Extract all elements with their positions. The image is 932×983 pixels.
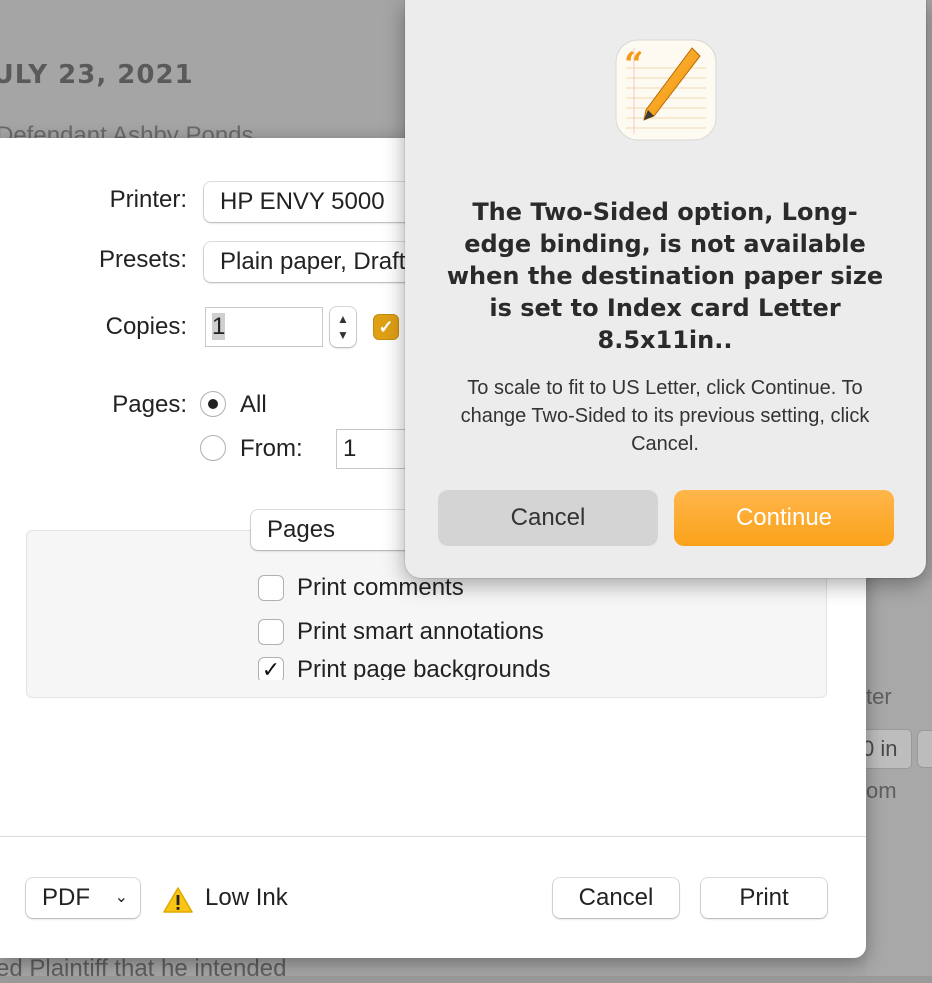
alert-message: To scale to fit to US Letter, click Cont… <box>460 377 870 455</box>
print-smart-annotations-checkbox[interactable] <box>258 619 284 645</box>
alert-title: The Two-Sided option, Long-edge binding,… <box>446 198 884 354</box>
copies-stepper[interactable]: ▲ ▼ <box>330 307 356 347</box>
print-comments-label[interactable]: Print comments <box>297 574 464 602</box>
alert-continue-button[interactable]: Continue <box>674 490 894 546</box>
print-page-backgrounds-checkbox[interactable]: ✓ <box>258 657 284 680</box>
presets-label: Presets: <box>98 246 187 273</box>
footer-divider <box>0 836 866 837</box>
document-date: JULY 23, 2021 <box>0 60 194 90</box>
radio-selected-dot <box>208 399 218 409</box>
copies-field[interactable]: 1 <box>205 307 323 347</box>
cancel-button[interactable]: Cancel <box>553 878 679 918</box>
side-panel-label: ter <box>866 684 892 709</box>
printer-popup[interactable]: HP ENVY 5000 <box>204 182 434 222</box>
side-panel-label-bottom: om <box>866 778 897 803</box>
checkmark-icon: ✓ <box>378 316 394 337</box>
pages-app-icon: “ <box>615 39 717 141</box>
print-page-backgrounds-label[interactable]: Print page backgrounds <box>297 656 551 680</box>
copies-value: 1 <box>212 313 226 340</box>
chevron-down-icon[interactable]: ▼ <box>337 327 349 343</box>
alert-dialog: “ The Two-Sided option, Long-edge bindin… <box>405 0 926 578</box>
warning-icon <box>163 887 193 913</box>
pdf-menu-button[interactable]: PDF ⌄ <box>26 878 140 918</box>
print-smart-annotations-label[interactable]: Print smart annotations <box>297 618 544 646</box>
pages-from-label[interactable]: From: <box>240 435 303 463</box>
collate-checkbox[interactable]: ✓ <box>373 314 399 340</box>
side-panel-stepper <box>917 730 932 768</box>
print-comments-checkbox[interactable] <box>258 575 284 601</box>
document-text-bottom: ed Plaintiff that he intended <box>0 955 287 982</box>
print-button[interactable]: Print <box>701 878 827 918</box>
section-popup[interactable]: Pages <box>251 510 431 550</box>
checkmark-icon: ✓ <box>261 657 281 680</box>
printer-label: Printer: <box>109 186 187 213</box>
pages-from-radio[interactable] <box>200 435 226 461</box>
clipped-options-row: ✓ Print page backgrounds <box>250 648 670 680</box>
pages-label: Pages: <box>112 391 187 418</box>
pages-all-label[interactable]: All <box>240 391 267 419</box>
chevron-up-icon[interactable]: ▲ <box>337 311 349 327</box>
svg-text:“: “ <box>624 45 644 85</box>
chevron-down-icon: ⌄ <box>114 889 128 906</box>
pages-all-radio[interactable] <box>200 391 226 417</box>
copies-label: Copies: <box>105 313 187 340</box>
presets-popup[interactable]: Plain paper, Draft <box>204 242 434 282</box>
pdf-label: PDF <box>42 884 90 911</box>
low-ink-label: Low Ink <box>205 884 288 911</box>
alert-cancel-button[interactable]: Cancel <box>438 490 658 546</box>
side-panel-value: 0 in <box>862 736 898 761</box>
